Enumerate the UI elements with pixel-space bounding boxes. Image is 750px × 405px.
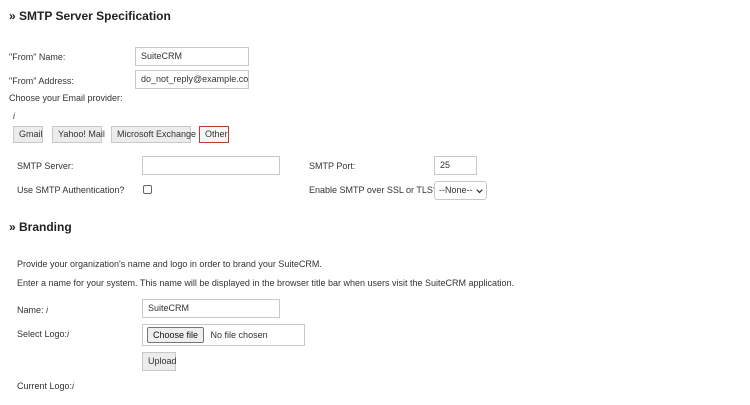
branding-intro-text: Provide your organization's name and log…: [17, 259, 322, 269]
from-name-input[interactable]: SuiteCRM: [135, 47, 249, 66]
smtp-auth-label: Use SMTP Authentication?: [17, 185, 125, 195]
current-logo-label: Current Logo:: [17, 381, 73, 391]
provider-gmail-button[interactable]: Gmail: [13, 126, 43, 143]
provider-exchange-button[interactable]: Microsoft Exchange: [111, 126, 196, 143]
upload-button[interactable]: Upload: [142, 352, 177, 371]
branding-section-heading: » Branding: [9, 220, 72, 234]
from-address-input[interactable]: do_not_reply@example.com: [135, 70, 249, 89]
choose-file-button[interactable]: Choose file: [147, 327, 205, 343]
chevron-down-icon: [476, 189, 483, 194]
smtp-ssl-select-value: --None--: [439, 185, 473, 195]
from-address-label: "From" Address:: [9, 76, 74, 86]
smtp-server-input[interactable]: [142, 156, 280, 175]
select-logo-info-icon[interactable]: i: [67, 329, 69, 339]
smtp-port-label: SMTP Port:: [309, 161, 356, 171]
smtp-port-input[interactable]: 25: [434, 156, 477, 175]
current-logo-info-icon[interactable]: i: [72, 381, 74, 391]
logo-file-input[interactable]: Choose file No file chosen: [142, 324, 305, 346]
smtp-server-label: SMTP Server:: [17, 161, 74, 171]
smtp-auth-checkbox[interactable]: [143, 185, 152, 194]
branding-description-text: Enter a name for your system. This name …: [17, 278, 515, 288]
from-name-label: "From" Name:: [9, 52, 66, 62]
email-provider-label: Choose your Email provider:: [9, 93, 123, 103]
provider-other-button[interactable]: Other: [199, 126, 229, 143]
provider-info-icon[interactable]: i: [13, 111, 15, 121]
smtp-ssl-label: Enable SMTP over SSL or TLS?: [309, 185, 438, 195]
smtp-section-heading: » SMTP Server Specification: [9, 9, 171, 23]
system-name-input[interactable]: SuiteCRM: [142, 299, 280, 318]
smtp-ssl-select[interactable]: --None--: [434, 181, 487, 200]
provider-yahoo-button[interactable]: Yahoo! Mail: [52, 126, 105, 143]
select-logo-label: Select Logo:: [17, 329, 68, 339]
system-name-info-icon[interactable]: i: [46, 305, 48, 315]
system-name-label: Name:: [17, 305, 44, 315]
no-file-chosen-text: No file chosen: [210, 330, 268, 340]
